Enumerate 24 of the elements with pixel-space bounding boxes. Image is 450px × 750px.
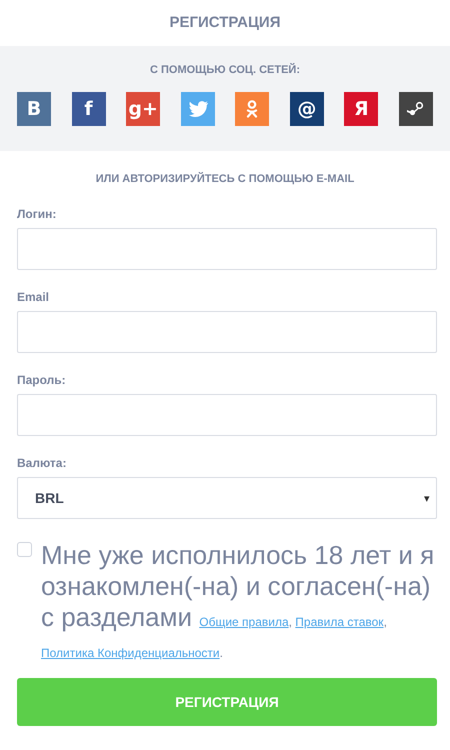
field-label: Логин: <box>17 207 58 222</box>
checkbox[interactable] <box>17 542 32 557</box>
input-field[interactable] <box>17 228 437 270</box>
social-login-button[interactable] <box>398 92 433 126</box>
email-heading: ИЛИ АВТОРИЗИРУЙТЕСЬ С ПОМОЩЬЮ E-MAIL <box>94 171 356 185</box>
social-login-button[interactable]: Я <box>344 92 378 126</box>
caret-icon: ▾ <box>424 492 430 504</box>
social-heading: С ПОМОЩЬЮ СОЦ. СЕТЕЙ: <box>149 64 301 76</box>
select-value: BRL <box>35 490 64 506</box>
link[interactable]: Политика Конфиденциальности <box>41 646 220 660</box>
social-login-button[interactable]: B <box>17 92 51 126</box>
input-field[interactable] <box>17 394 437 436</box>
currency-select[interactable]: BRL ▾ <box>17 477 437 519</box>
field-label: Валюта: <box>17 456 68 471</box>
social-login-button[interactable]: @ <box>290 92 324 126</box>
agreement-text: Мне уже исполнилось 18 лет и я ознакомлен(-на) и согласен(-на) с разделами Общие правила, Правила ставок, Политика Конфиденциальности. <box>41 540 436 662</box>
field-label: Email <box>17 290 50 305</box>
social-login-button[interactable]: g+ <box>126 92 160 126</box>
social-login-button[interactable]: f <box>72 92 106 126</box>
link[interactable]: Правила ставок <box>295 615 384 629</box>
link[interactable]: Общие правила <box>199 615 289 629</box>
page-title: РЕГИСТРАЦИЯ <box>168 13 282 33</box>
field-label: Пароль: <box>17 373 67 388</box>
input-field[interactable] <box>17 311 437 353</box>
